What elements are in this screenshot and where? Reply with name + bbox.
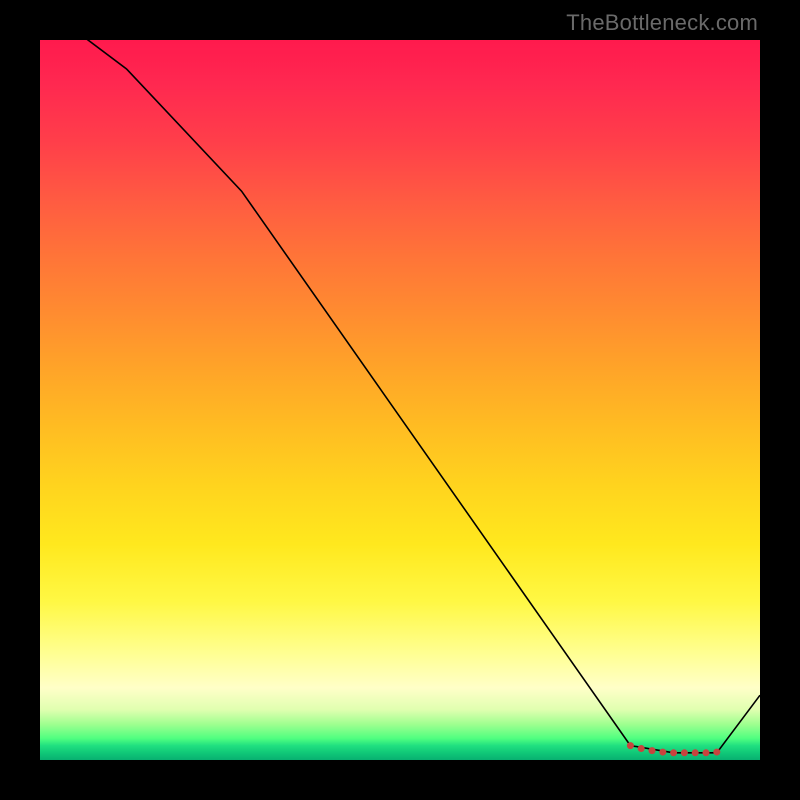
watermark-text: TheBottleneck.com xyxy=(566,10,758,36)
chart-container: { "watermark": "TheBottleneck.com", "cha… xyxy=(0,0,800,800)
plot-background xyxy=(40,40,760,760)
